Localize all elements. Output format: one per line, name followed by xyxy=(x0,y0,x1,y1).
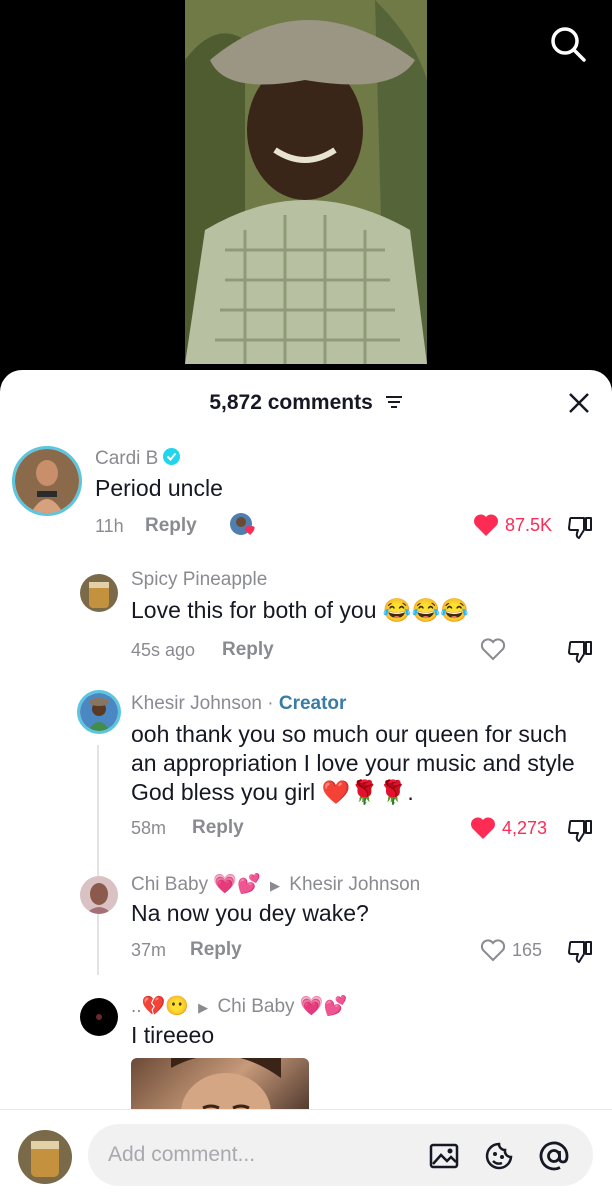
comment-author[interactable]: Cardi B xyxy=(95,448,181,470)
sort-icon xyxy=(385,396,402,409)
heart-icon xyxy=(470,817,496,839)
close-button[interactable] xyxy=(566,390,592,416)
sort-button[interactable] xyxy=(385,391,403,415)
comment-time: 37m xyxy=(131,940,167,960)
like-count: 165 xyxy=(512,939,543,960)
video-player[interactable] xyxy=(0,0,612,420)
reply-to-name[interactable]: Chi Baby 💗💕 xyxy=(217,996,347,1017)
comment-text: ooh thank you so much our queen for such… xyxy=(131,721,575,805)
dislike-button[interactable] xyxy=(566,937,594,965)
comment-input-placeholder: Add comment... xyxy=(108,1143,256,1166)
comment-author-label: Cardi B xyxy=(95,448,159,469)
comment-text: Na now you dey wake? xyxy=(131,900,369,926)
like-button[interactable]: 165 xyxy=(480,938,542,962)
video-frame xyxy=(185,0,427,364)
comment-text: I tireeeo xyxy=(131,1022,215,1048)
dislike-icon xyxy=(568,820,592,842)
comment-time: 11h xyxy=(95,516,124,536)
comment-author-label: Khesir Johnson xyxy=(131,693,262,714)
heart-icon xyxy=(473,514,499,536)
comments-header: 5,872 comments xyxy=(0,370,612,434)
avatar[interactable] xyxy=(77,690,121,734)
like-count: 4,273 xyxy=(502,817,548,838)
search-button[interactable] xyxy=(546,22,590,66)
image-icon xyxy=(429,1143,459,1169)
comments-count: 5,872 comments xyxy=(0,391,612,415)
avatar-image xyxy=(80,693,118,731)
comment-time: 58m xyxy=(131,818,167,838)
like-count: 87.5K xyxy=(505,514,553,535)
comment-author[interactable]: ..💔😶 ▶ Chi Baby 💗💕 xyxy=(131,994,347,1018)
like-button[interactable]: 87.5K xyxy=(473,513,552,537)
comment-author[interactable]: Chi Baby 💗💕 ▶ Khesir Johnson xyxy=(131,872,420,896)
avatar[interactable] xyxy=(12,446,82,516)
comment-author-label: ..💔😶 xyxy=(131,996,189,1017)
avatar-image xyxy=(80,876,118,914)
comments-sheet: 5,872 comments Cardi B Period uncle 11h … xyxy=(0,370,612,1200)
dislike-icon xyxy=(568,641,592,663)
like-button[interactable]: 4,273 xyxy=(470,816,547,840)
like-button[interactable] xyxy=(480,637,506,661)
dislike-icon xyxy=(568,941,592,963)
comment-time: 45s ago xyxy=(131,640,196,660)
avatar-image xyxy=(15,449,79,513)
mention-button[interactable] xyxy=(538,1140,570,1172)
dislike-icon xyxy=(568,517,592,539)
reply-button[interactable]: Reply xyxy=(190,939,242,961)
avatar[interactable] xyxy=(80,998,118,1036)
my-avatar[interactable] xyxy=(18,1130,72,1184)
comment-author[interactable]: Spicy Pineapple xyxy=(131,569,267,591)
search-icon xyxy=(551,27,586,62)
avatar-image xyxy=(80,998,118,1036)
reply-to-name[interactable]: Khesir Johnson xyxy=(289,874,420,895)
dislike-button[interactable] xyxy=(566,513,594,541)
close-icon xyxy=(569,393,589,413)
comment-text: Period uncle xyxy=(95,475,223,501)
creator-badge: Creator xyxy=(278,693,347,714)
comment-text: Love this for both of you 😂😂😂 xyxy=(131,597,469,623)
emoji-icon xyxy=(485,1142,513,1170)
heart-icon xyxy=(480,939,506,962)
mention-icon xyxy=(539,1141,569,1171)
heart-icon xyxy=(480,638,506,661)
emoji-button[interactable] xyxy=(483,1140,515,1172)
reply-button[interactable]: Reply xyxy=(145,515,197,537)
dislike-button[interactable] xyxy=(566,816,594,844)
creator-liked-avatar xyxy=(229,512,255,538)
avatar[interactable] xyxy=(80,574,118,612)
thread-line xyxy=(97,745,99,975)
comment-input[interactable]: Add comment... xyxy=(88,1124,593,1186)
comment-composer: Add comment... xyxy=(0,1109,612,1200)
reply-button[interactable]: Reply xyxy=(222,639,274,661)
image-button[interactable] xyxy=(428,1140,460,1172)
comment-author-label: Chi Baby 💗💕 xyxy=(131,874,261,895)
comment-author[interactable]: Khesir Johnson · Creator xyxy=(131,693,346,715)
video-person-image xyxy=(185,0,427,364)
avatar-image xyxy=(80,574,118,612)
verified-icon xyxy=(163,448,181,466)
reply-button[interactable]: Reply xyxy=(192,817,244,839)
comments-count-label: 5,872 comments xyxy=(209,391,373,414)
avatar[interactable] xyxy=(80,876,118,914)
dislike-button[interactable] xyxy=(566,637,594,665)
avatar-image xyxy=(18,1130,72,1184)
